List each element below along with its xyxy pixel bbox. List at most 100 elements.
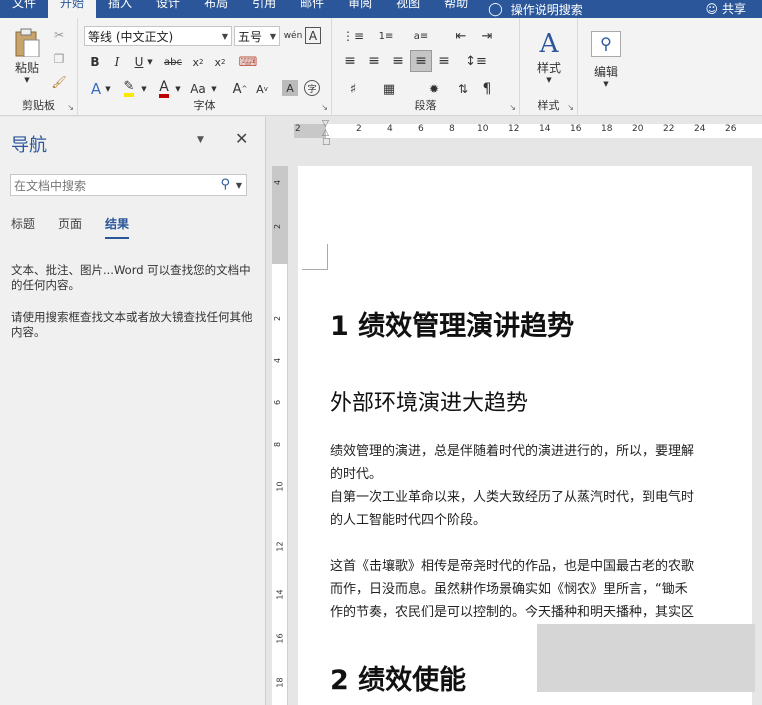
bold-button[interactable]: B: [86, 52, 104, 72]
ruler-tick: 2: [273, 223, 283, 230]
character-shading-icon[interactable]: A: [282, 80, 298, 96]
ruler-tick: 2: [273, 315, 283, 322]
indent-marker-icon[interactable]: ▽ △ □: [322, 120, 331, 147]
tab-insert[interactable]: 插入: [96, 0, 144, 18]
ruler-tick: 6: [273, 399, 283, 406]
character-border-icon[interactable]: A: [305, 27, 321, 44]
ruler-tick: 14: [275, 589, 285, 600]
ruler-tick: 16: [570, 124, 582, 134]
tab-references[interactable]: 引用: [240, 0, 288, 18]
font-size-value: 五号: [238, 29, 263, 44]
justify-icon[interactable]: ≡: [410, 50, 432, 72]
paragraph-line: 这首《击壤歌》相传是帝尧时代的作品，也是中国最古老的农歌: [330, 559, 695, 574]
tab-home[interactable]: 开始: [48, 0, 97, 18]
paste-dropdown-icon: ▼: [24, 76, 30, 84]
underline-dropdown-icon[interactable]: ▼: [146, 52, 154, 72]
tell-me-label: 操作说明搜索: [510, 2, 583, 17]
ruler-tick: 18: [275, 677, 285, 688]
font-size-combo[interactable]: 五号 ▼: [234, 26, 280, 46]
paragraph-line: 作的节奏，农民们是可以控制的。今天播种和明天播种，其实区: [330, 605, 695, 620]
phonetic-guide-icon[interactable]: wén: [283, 26, 303, 46]
tab-mailings[interactable]: 邮件: [288, 0, 336, 18]
tab-file[interactable]: 文件: [0, 0, 48, 18]
vertical-ruler[interactable]: 4 2 2 4 6 8 10 12 14 16 18: [272, 166, 288, 705]
styles-button-label: 样式: [536, 60, 561, 75]
copy-icon[interactable]: ❐: [50, 50, 68, 68]
nav-search-input[interactable]: 在文档中搜索 ⚲ ▼: [10, 174, 247, 196]
ruler-tick: 8: [449, 124, 455, 134]
paste-icon: [15, 28, 40, 57]
paragraph-group: ⋮≡ 1≡ a≡ ⇤ ⇥ ≡ ≡ ≡ ≡ ≡ ↕≡ ♯ ▦ ✹ ⇅ ¶ 段落 ↘: [332, 18, 520, 116]
distributed-icon[interactable]: ≡: [434, 50, 454, 72]
clipboard-launcher-icon[interactable]: ↘: [67, 103, 74, 112]
increase-indent-icon[interactable]: ⇥: [476, 26, 498, 46]
bullets-icon[interactable]: ⋮≡: [340, 26, 366, 46]
styles-button[interactable]: A 样式 ▼: [526, 24, 572, 88]
paste-label: 粘贴: [14, 61, 39, 75]
font-group: 等线 (中文正文) ▼ 五号 ▼ wén A B I U ▼ abc x2 x2…: [78, 18, 332, 116]
gray-overlay-box: [537, 624, 755, 692]
enclose-characters-icon[interactable]: 字: [304, 80, 320, 96]
styles-launcher-icon[interactable]: ↘: [567, 103, 574, 112]
tab-pages[interactable]: 页面: [58, 215, 82, 239]
paragraph-group-label: 段落: [414, 99, 437, 112]
ruler-tick: 2: [295, 124, 301, 134]
search-icon[interactable]: ⚲: [220, 177, 230, 192]
tab-view[interactable]: 视图: [384, 0, 432, 18]
tell-me-search[interactable]: ◯ 操作说明搜索: [488, 1, 583, 18]
nav-tabs: 标题 页面 结果: [11, 215, 152, 239]
align-left-icon[interactable]: ≡: [340, 50, 360, 72]
multilevel-list-icon[interactable]: a≡: [406, 26, 436, 46]
font-name-combo[interactable]: 等线 (中文正文) ▼: [84, 26, 232, 46]
paragraph-launcher-icon[interactable]: ↘: [509, 103, 516, 112]
chevron-down-icon[interactable]: ▼: [236, 181, 242, 190]
strikethrough-button[interactable]: abc: [160, 52, 186, 72]
ribbon: 粘贴 ▼ ✂ ❐ 🖌 剪贴板 ↘ 等线 (中文正文) ▼ 五号 ▼ wén A …: [0, 18, 762, 131]
ruler-tick: 6: [418, 124, 424, 134]
tab-review[interactable]: 审阅: [336, 0, 384, 18]
clipboard-group: 粘贴 ▼ ✂ ❐ 🖌 剪贴板 ↘: [0, 18, 78, 116]
tab-help[interactable]: 帮助: [432, 0, 480, 18]
editing-button[interactable]: ⚲ 编辑 ▼: [586, 24, 626, 94]
paste-button[interactable]: 粘贴 ▼: [8, 28, 46, 84]
ruler-tick: 8: [273, 441, 283, 448]
clear-formatting-icon[interactable]: ⌨: [238, 52, 258, 72]
subscript-button[interactable]: x2: [188, 52, 208, 72]
chevron-down-icon: ▼: [221, 31, 228, 41]
format-painter-icon[interactable]: 🖌: [50, 73, 68, 91]
numbering-icon[interactable]: 1≡: [372, 26, 400, 46]
margin-corner-mark: [302, 244, 328, 270]
nav-message-2: 请使用搜索框查找文本或者放大镜查找任何其他内容。: [11, 310, 253, 339]
horizontal-ruler[interactable]: ▽ △ □ 2 2 4 6 8 10 12 14 16 18 20 22 24 26: [270, 120, 762, 147]
editing-dropdown-icon: ▼: [603, 79, 609, 88]
align-center-icon[interactable]: ≡: [364, 50, 384, 72]
align-right-icon[interactable]: ≡: [388, 50, 408, 72]
font-launcher-icon[interactable]: ↘: [321, 103, 328, 112]
ruler-tick: 2: [356, 124, 362, 134]
nav-options-icon[interactable]: ▼: [197, 135, 204, 145]
close-icon[interactable]: ✕: [235, 129, 248, 148]
styles-group: A 样式 ▼ 样式 ↘: [520, 18, 578, 116]
share-button[interactable]: ☺ 共享: [705, 0, 746, 17]
styles-icon: A: [539, 28, 559, 59]
ruler-tick: 20: [632, 124, 644, 134]
decrease-indent-icon[interactable]: ⇤: [450, 26, 472, 46]
line-spacing-icon[interactable]: ↕≡: [462, 50, 490, 72]
ruler-tick: 24: [694, 124, 706, 134]
heading-1: 1 绩效管理演讲趋势: [330, 311, 575, 342]
tab-layout[interactable]: 布局: [192, 0, 240, 18]
cut-icon[interactable]: ✂: [50, 26, 68, 44]
paragraph-line: 而作，日没而息。虽然耕作场景确实如《悯农》里所言，“锄禾: [330, 582, 688, 597]
tab-design[interactable]: 设计: [144, 0, 192, 18]
font-group-label: 字体: [193, 99, 216, 112]
heading-1: 2 绩效使能: [330, 665, 467, 696]
styles-dropdown-icon: ▼: [546, 75, 552, 84]
tab-headings[interactable]: 标题: [11, 215, 35, 239]
ribbon-tab-bar: 文件 开始 插入 设计 布局 引用 邮件 审阅 视图 帮助 ◯ 操作说明搜索 ☺…: [0, 0, 762, 18]
superscript-button[interactable]: x2: [210, 52, 230, 72]
paragraph-line: 自第一次工业革命以来，人类大致经历了从蒸汽时代，到电气时: [330, 490, 695, 505]
italic-button[interactable]: I: [108, 52, 126, 72]
ruler-tick: 22: [663, 124, 675, 134]
tab-results[interactable]: 结果: [105, 215, 130, 239]
ruler-tick: 10: [477, 124, 489, 134]
